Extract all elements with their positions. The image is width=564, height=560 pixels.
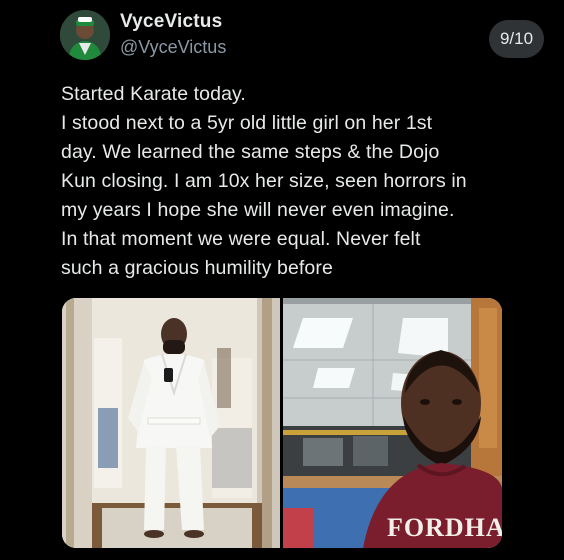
tweet-text-line: Kun closing. I am 10x her size, seen hor… <box>61 170 467 192</box>
profile-avatar[interactable] <box>60 10 110 60</box>
tweet-text-line: In that moment we were equal. Never felt <box>61 228 421 250</box>
media-photo-right[interactable]: FORDHAM <box>283 298 502 548</box>
media-photo-left[interactable] <box>62 298 280 548</box>
tweet-text-line: such a gracious humility before <box>61 257 333 279</box>
tweet-text: Started Karate today. I stood next to a … <box>61 80 531 283</box>
selfie-in-dojo-photo-icon: FORDHAM <box>283 298 502 548</box>
tweet-text-line: Started Karate today. <box>61 83 246 105</box>
author-handle[interactable]: @VyceVictus <box>120 37 226 58</box>
avatar-image-icon <box>60 10 110 60</box>
shirt-lettering: FORDHAM <box>387 513 502 542</box>
mirror-selfie-karate-gi-photo-icon <box>62 298 280 548</box>
author-display-name[interactable]: VyceVictus <box>120 11 222 33</box>
tweet-text-line: I stood next to a 5yr old little girl on… <box>61 112 433 134</box>
tweet-card: VyceVictus @VyceVictus 9/10 Started Kara… <box>0 0 564 560</box>
tweet-text-line: day. We learned the same steps & the Doj… <box>61 141 440 163</box>
thread-counter-badge: 9/10 <box>489 20 544 58</box>
tweet-media-grid: FORDHAM <box>62 298 502 548</box>
tweet-text-line: my years I hope she will never even imag… <box>61 199 455 221</box>
